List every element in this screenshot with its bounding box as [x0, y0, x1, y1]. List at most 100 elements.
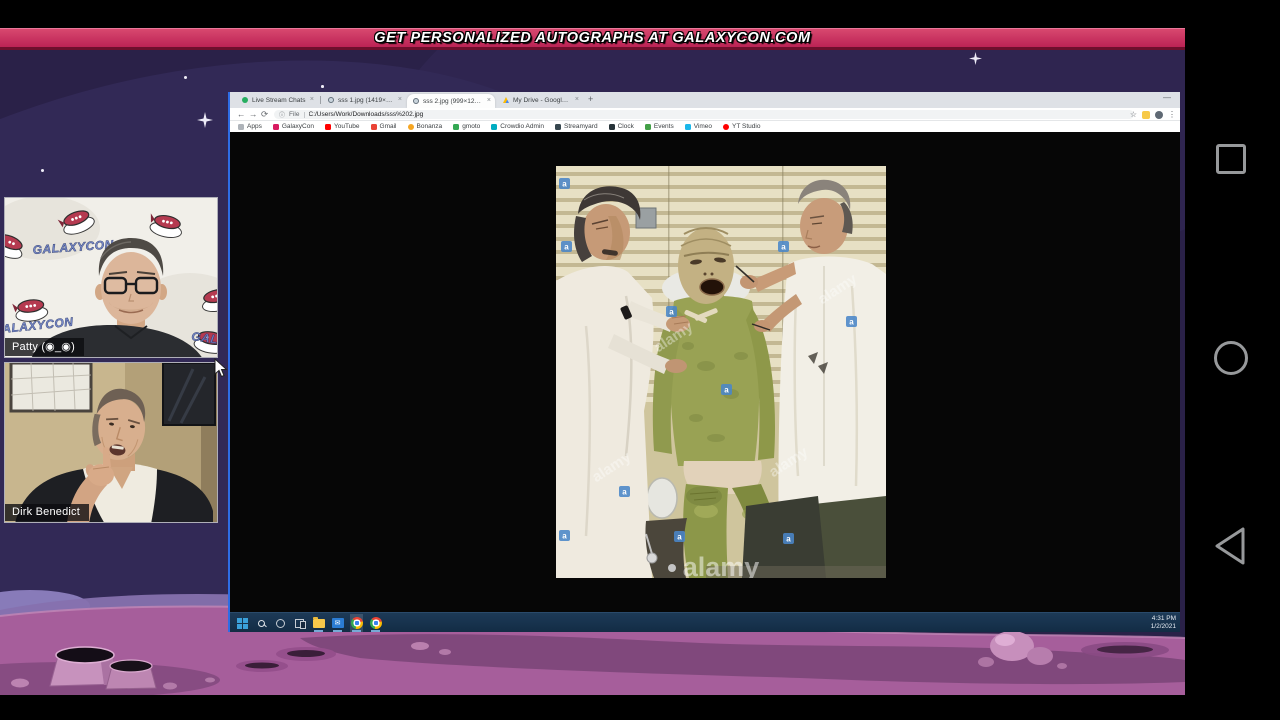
svg-text:a: a [562, 180, 567, 189]
webcam-dirk-video [5, 363, 217, 522]
url-scheme-label: File [289, 111, 300, 118]
bookmark-yt-studio[interactable]: YT Studio [723, 123, 760, 130]
bookmark-crowdio-admin[interactable]: Crowdio Admin [491, 123, 544, 130]
bookmark-label: Apps [247, 123, 262, 130]
bookmark-star-icon[interactable]: ☆ [1130, 110, 1137, 119]
search-button[interactable] [255, 614, 268, 632]
tab-favicon [328, 97, 334, 103]
bookmark-clock[interactable]: Clock [608, 123, 634, 130]
svg-text:a: a [562, 532, 567, 541]
svg-text:a: a [724, 386, 729, 395]
promo-banner-text: GET PERSONALIZED AUTOGRAPHS AT GALAXYCON… [374, 30, 811, 46]
bookmark-vimeo[interactable]: Vimeo [684, 123, 712, 130]
gmoto-favicon [453, 123, 460, 130]
gmail-favicon [370, 123, 377, 130]
chrome-button-active[interactable] [350, 614, 363, 632]
folder-icon [312, 616, 325, 628]
bookmark-gmail[interactable]: Gmail [370, 123, 397, 130]
bookmark-gmoto[interactable]: gmoto [453, 123, 480, 130]
home-button[interactable] [1214, 341, 1248, 375]
mail-icon: ✉ [331, 618, 344, 628]
bookmark-label: Gmail [379, 123, 397, 130]
close-icon[interactable]: × [398, 96, 402, 103]
bookmark-label: Crowdio Admin [500, 123, 544, 130]
sparkle-star [197, 112, 213, 128]
task-view-button[interactable] [293, 614, 306, 632]
bonanza-favicon [407, 123, 414, 130]
bookmark-label: Clock [617, 123, 634, 130]
extension-icon[interactable] [1142, 110, 1150, 119]
bookmark-events[interactable]: Events [644, 123, 674, 130]
clock-time: 4:31 PM [1151, 615, 1176, 622]
back-button[interactable] [1212, 526, 1248, 566]
taskbar-clock[interactable]: 4:31 PM 1/2/2021 [1151, 615, 1176, 631]
start-button[interactable] [236, 614, 249, 632]
webcam-patty-video: GALAXYCON GALAXYCON GALAXYCON [5, 198, 217, 357]
android-nav-bar [1185, 0, 1280, 720]
svg-text:a: a [786, 535, 791, 544]
reload-icon[interactable]: ⟳ [261, 109, 268, 120]
promo-banner: GET PERSONALIZED AUTOGRAPHS AT GALAXYCON… [0, 28, 1185, 50]
tab-title: My Drive - Google Drive [513, 96, 571, 104]
page-content: alamy alamy alamy alamy alamy a a a a a … [230, 132, 1180, 612]
watermark-text-large: alamy [683, 552, 760, 578]
bookmarks-bar: Apps GalaxyCon YouTube Gmail Bonanza gmo… [230, 121, 1180, 132]
new-tab-button[interactable]: + [588, 94, 593, 104]
windows-logo-icon [237, 618, 242, 623]
cortana-button[interactable] [274, 614, 287, 632]
svg-text:a: a [669, 308, 674, 317]
profile-avatar[interactable] [1155, 110, 1163, 119]
svg-text:a: a [564, 243, 569, 252]
star [321, 85, 324, 88]
bookmark-apps[interactable]: Apps [238, 123, 262, 130]
svg-text:a: a [849, 318, 854, 327]
address-bar[interactable]: ⓘ File C:/Users/Work/Downloads/sss%202.j… [274, 110, 1134, 119]
bookmark-label: YouTube [333, 123, 360, 130]
back-icon[interactable]: ← [237, 109, 246, 119]
bookmark-youtube[interactable]: YouTube [324, 123, 360, 130]
tab-strip: Live Stream Chats × sss 1.jpg (1419×888)… [230, 92, 1180, 108]
shared-screen-browser-window: Live Stream Chats × sss 1.jpg (1419×888)… [228, 92, 1180, 632]
events-favicon [644, 123, 651, 130]
recents-button[interactable] [1216, 144, 1246, 174]
stream-screen: Live Stream Chats × sss 1.jpg (1419×888)… [0, 0, 1280, 720]
streamyard-favicon [554, 123, 561, 130]
svg-text:a: a [622, 488, 627, 497]
tab-sss1-image[interactable]: sss 1.jpg (1419×888) × [322, 92, 406, 108]
tab-title: sss 2.jpg (999×1253) [423, 97, 483, 105]
apps-grid-icon [238, 123, 244, 130]
bookmark-label: YT Studio [732, 123, 761, 130]
bookmark-streamyard[interactable]: Streamyard [554, 123, 598, 130]
top-letterbox-bar [0, 0, 1280, 28]
forward-icon[interactable]: → [249, 109, 258, 119]
windows-taskbar: ✉ 4:31 PM 1/2/2021 [230, 612, 1180, 632]
clock-favicon [608, 123, 615, 130]
page-info-icon[interactable]: ⓘ [279, 110, 285, 119]
task-view-icon [295, 618, 306, 629]
url-text: C:/Users/Work/Downloads/sss%202.jpg [308, 111, 424, 118]
minimize-icon[interactable]: — [1163, 93, 1171, 102]
browser-menu-icon[interactable]: ⋮ [1168, 110, 1176, 119]
tab-sss2-image-active[interactable]: sss 2.jpg (999×1253) × [407, 94, 495, 108]
close-icon[interactable]: × [575, 96, 579, 103]
bookmark-label: Events [653, 123, 674, 130]
chrome-icon [369, 617, 382, 629]
url-divider [303, 111, 305, 118]
tab-title: sss 1.jpg (1419×888) [338, 96, 394, 104]
close-icon[interactable]: × [310, 96, 314, 103]
tab-live-stream-chats[interactable]: Live Stream Chats × [236, 92, 318, 108]
chrome-button-2[interactable] [369, 614, 382, 632]
google-drive-icon [503, 97, 509, 103]
file-explorer-button[interactable] [312, 614, 325, 632]
close-icon[interactable]: × [487, 97, 491, 104]
bookmark-bonanza[interactable]: Bonanza [407, 123, 443, 130]
bookmark-label: Bonanza [416, 123, 443, 130]
bookmark-galaxycon[interactable]: GalaxyCon [272, 123, 314, 130]
tab-google-drive[interactable]: My Drive - Google Drive × [497, 92, 583, 108]
stock-photo-creature-makeup[interactable]: alamy alamy alamy alamy alamy a a a a a … [556, 166, 886, 578]
envelope-glyph: ✉ [334, 620, 341, 627]
browser-toolbar: ← → ⟳ ⓘ File C:/Users/Work/Downloads/sss… [230, 108, 1180, 121]
tab-separator [320, 96, 321, 104]
star [41, 169, 44, 172]
mail-button[interactable]: ✉ [331, 614, 344, 632]
